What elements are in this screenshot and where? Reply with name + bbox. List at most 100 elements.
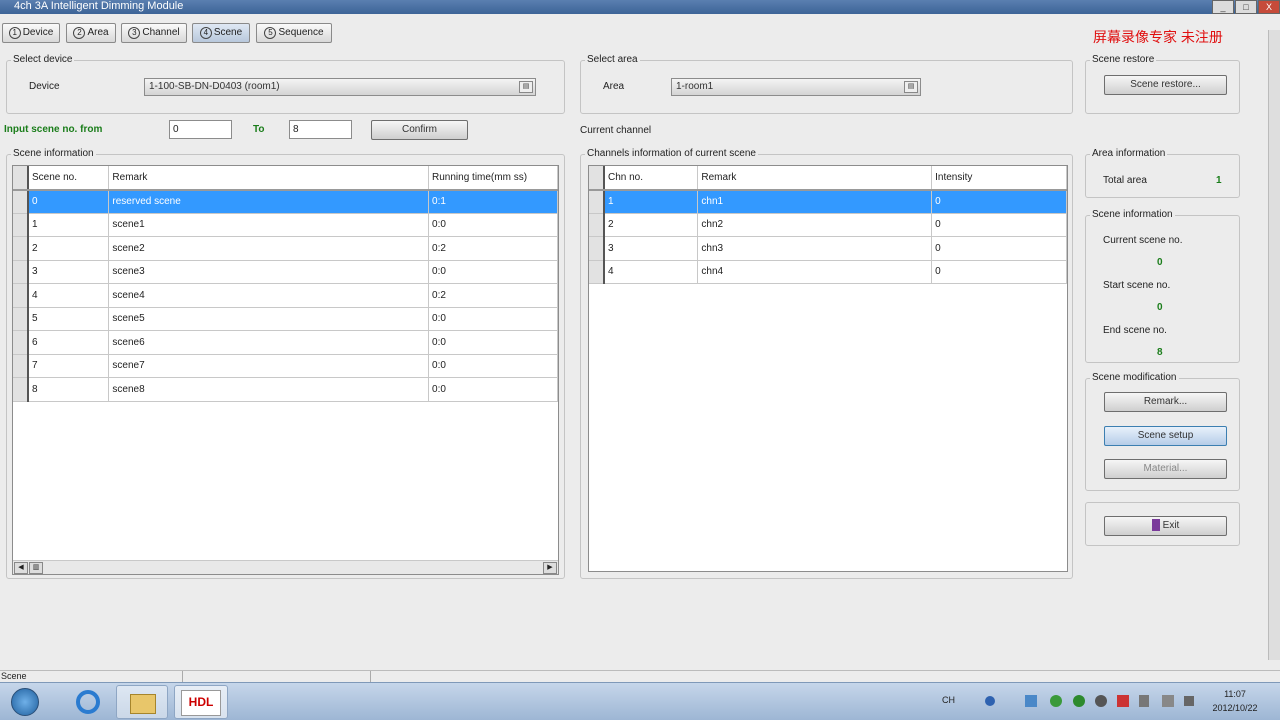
tab-device[interactable]: 1 Device <box>2 23 60 43</box>
tab-scene[interactable]: 4 Scene <box>192 23 250 43</box>
channels-grid[interactable]: Chn no. Remark Intensity 1 chn1 0 2 chn2 0 3 ch… <box>588 165 1068 572</box>
tab-channel[interactable]: 3 Channel <box>121 23 187 43</box>
table-cell[interactable]: scene4 <box>108 283 430 308</box>
scene-row[interactable]: 4 scene4 0:2 <box>13 283 558 308</box>
device-icon[interactable] <box>1139 695 1149 707</box>
table-cell[interactable]: 6 <box>27 330 110 355</box>
scene-row[interactable]: 7 scene7 0:0 <box>13 354 558 378</box>
table-cell[interactable]: 0 <box>931 260 1067 284</box>
vertical-scrollbar[interactable] <box>1268 30 1280 660</box>
column-header[interactable]: Scene no. <box>27 166 110 191</box>
table-cell[interactable]: scene7 <box>108 354 430 378</box>
table-cell[interactable]: 0:0 <box>428 260 558 284</box>
table-cell[interactable]: scene6 <box>108 330 430 355</box>
table-cell[interactable]: chn4 <box>697 260 933 284</box>
tab-area[interactable]: 2 Area <box>66 23 116 43</box>
table-cell[interactable]: scene1 <box>108 213 430 237</box>
hdl-app-taskbar-button[interactable]: HDL <box>174 685 228 719</box>
column-header[interactable]: Chn no. <box>603 166 699 191</box>
column-header[interactable]: Remark <box>697 166 933 191</box>
row-header[interactable] <box>13 189 29 214</box>
row-header[interactable] <box>13 354 29 378</box>
table-cell[interactable]: reserved scene <box>108 189 430 214</box>
table-cell[interactable]: scene5 <box>108 307 430 331</box>
internet-explorer-icon[interactable] <box>66 685 110 719</box>
table-cell[interactable]: 7 <box>27 354 110 378</box>
table-cell[interactable]: 3 <box>27 260 110 284</box>
scene-row[interactable]: 1 scene1 0:0 <box>13 213 558 237</box>
scene-row[interactable]: 2 scene2 0:2 <box>13 236 558 261</box>
table-cell[interactable]: scene2 <box>108 236 430 261</box>
sync-icon[interactable] <box>1073 695 1085 707</box>
table-cell[interactable]: 5 <box>27 307 110 331</box>
table-cell[interactable]: scene8 <box>108 377 430 402</box>
table-cell[interactable]: chn2 <box>697 213 933 237</box>
row-header[interactable] <box>589 213 605 237</box>
table-cell[interactable]: 4 <box>27 283 110 308</box>
table-cell[interactable]: 3 <box>603 236 699 261</box>
scene-row[interactable]: 5 scene5 0:0 <box>13 307 558 331</box>
table-cell[interactable]: 2 <box>27 236 110 261</box>
table-cell[interactable]: 8 <box>27 377 110 402</box>
close-button[interactable]: X <box>1258 0 1280 14</box>
row-header[interactable] <box>13 213 29 237</box>
scene-from-input[interactable]: 0 <box>169 120 232 139</box>
volume-icon[interactable] <box>1184 696 1194 706</box>
alert-icon[interactable] <box>1117 695 1129 707</box>
row-header[interactable] <box>589 260 605 284</box>
row-header[interactable] <box>13 283 29 308</box>
table-cell[interactable]: chn3 <box>697 236 933 261</box>
table-cell[interactable]: 0:0 <box>428 307 558 331</box>
language-indicator[interactable]: CH <box>942 695 955 705</box>
row-header[interactable] <box>13 377 29 402</box>
network-icon[interactable] <box>1025 695 1037 707</box>
scene-grid[interactable]: Scene no. Remark Running time(mm ss) 0 re… <box>12 165 559 575</box>
table-cell[interactable]: 0 <box>931 213 1067 237</box>
table-cell[interactable]: 4 <box>603 260 699 284</box>
window-title-bar[interactable]: 4ch 3A Intelligent Dimming Module <box>0 0 1280 14</box>
column-header[interactable]: Running time(mm ss) <box>428 166 558 191</box>
channel-row[interactable]: 2 chn2 0 <box>589 213 1067 237</box>
clock-time[interactable]: 11:07 <box>1213 689 1257 699</box>
table-cell[interactable]: 0:2 <box>428 236 558 261</box>
update-icon[interactable] <box>1050 695 1062 707</box>
row-header[interactable] <box>13 236 29 261</box>
table-cell[interactable]: 0:0 <box>428 377 558 402</box>
table-cell[interactable]: 0:0 <box>428 213 558 237</box>
scene-row[interactable]: 6 scene6 0:0 <box>13 330 558 355</box>
table-cell[interactable]: 0 <box>931 189 1067 214</box>
table-cell[interactable]: 1 <box>27 213 110 237</box>
table-cell[interactable]: 2 <box>603 213 699 237</box>
channel-row[interactable]: 1 chn1 0 <box>589 189 1067 214</box>
table-cell[interactable]: 0 <box>931 236 1067 261</box>
settings-icon[interactable] <box>1095 695 1107 707</box>
maximize-button[interactable]: □ <box>1235 0 1257 14</box>
channel-row[interactable]: 3 chn3 0 <box>589 236 1067 261</box>
table-cell[interactable]: 0 <box>27 189 110 214</box>
row-header[interactable] <box>589 236 605 261</box>
column-header[interactable]: Intensity <box>931 166 1067 191</box>
tab-sequence[interactable]: 5 Sequence <box>256 23 332 43</box>
column-header[interactable]: Remark <box>108 166 430 191</box>
table-cell[interactable]: chn1 <box>697 189 933 214</box>
exit-button[interactable]: Exit <box>1104 516 1227 536</box>
channel-row[interactable]: 4 chn4 0 <box>589 260 1067 284</box>
device-select[interactable]: 1-100-SB-DN-D0403 (room1) ▤ <box>144 78 536 96</box>
row-header[interactable] <box>13 260 29 284</box>
table-cell[interactable]: 0:2 <box>428 283 558 308</box>
table-cell[interactable]: 0:0 <box>428 330 558 355</box>
confirm-button[interactable]: Confirm <box>371 120 468 140</box>
table-cell[interactable]: 1 <box>603 189 699 214</box>
scene-row[interactable]: 0 reserved scene 0:1 <box>13 189 558 214</box>
minimize-button[interactable]: _ <box>1212 0 1234 14</box>
remark-button[interactable]: Remark... <box>1104 392 1227 412</box>
explorer-icon[interactable] <box>116 685 168 719</box>
horizontal-scrollbar[interactable]: ◀ ▥ ▶ <box>13 560 558 574</box>
scene-restore-button[interactable]: Scene restore... <box>1104 75 1227 95</box>
scroll-thumb[interactable]: ▥ <box>29 562 43 574</box>
clock-date[interactable]: 2012/10/22 <box>1208 703 1262 713</box>
scroll-left-icon[interactable]: ◀ <box>14 562 28 574</box>
scene-setup-button[interactable]: Scene setup <box>1104 426 1227 446</box>
help-icon[interactable] <box>985 696 995 706</box>
scene-to-input[interactable]: 8 <box>289 120 352 139</box>
